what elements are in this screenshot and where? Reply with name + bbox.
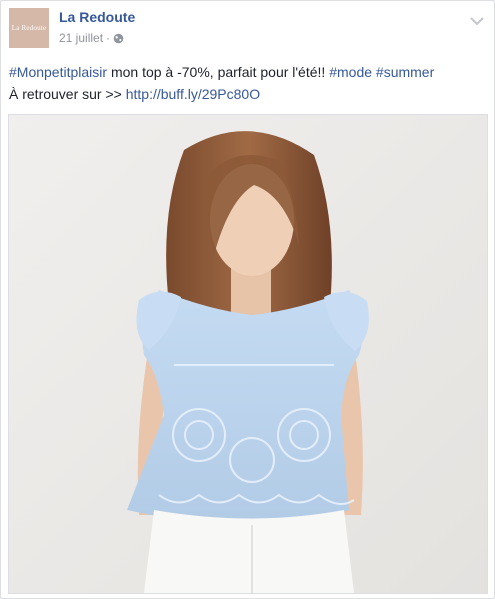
page-avatar[interactable]: La Redoute xyxy=(9,8,49,48)
post-text: #Monpetitplaisir mon top à -70%, parfait… xyxy=(9,61,484,105)
hashtag-monpetitplaisir[interactable]: #Monpetitplaisir xyxy=(9,64,107,80)
post-photo[interactable] xyxy=(8,114,488,594)
chevron-down-icon[interactable] xyxy=(470,13,484,26)
post-text-line-1: #Monpetitplaisir mon top à -70%, parfait… xyxy=(9,61,484,83)
page-name-link[interactable]: La Redoute xyxy=(59,9,135,25)
post-link[interactable]: http://buff.ly/29Pc80O xyxy=(126,86,260,102)
pants-shape xyxy=(144,510,354,593)
post-body-text-2: À retrouver sur >> xyxy=(9,86,126,102)
post-date[interactable]: 21 juillet xyxy=(59,31,103,45)
post-card: La Redoute La Redoute 21 juillet · #Monp… xyxy=(0,0,495,599)
meta-separator: · xyxy=(106,31,111,45)
globe-icon[interactable] xyxy=(113,33,124,44)
post-meta: 21 juillet · xyxy=(59,31,124,45)
post-body-text: mon top à -70%, parfait pour l'été!! xyxy=(107,64,330,80)
post-text-line-2: À retrouver sur >> http://buff.ly/29Pc80… xyxy=(9,83,484,105)
avatar-logo-text: La Redoute xyxy=(11,24,47,32)
hashtag-mode[interactable]: #mode xyxy=(329,64,372,80)
hashtag-summer[interactable]: #summer xyxy=(376,64,434,80)
